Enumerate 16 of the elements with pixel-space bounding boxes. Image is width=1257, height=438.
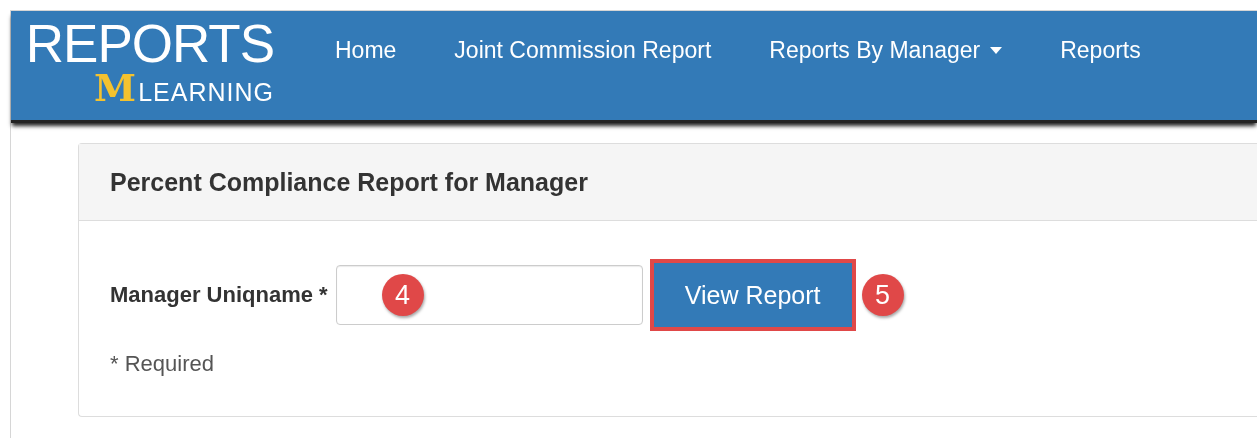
logo[interactable]: REPORTS MLEARNING [11,11,274,105]
logo-title: REPORTS [25,19,274,69]
nav-link[interactable]: Reports By Manager [740,11,1032,64]
field-label: Manager Uniqname * [110,282,328,308]
callout-badge: 4 [381,274,424,316]
callout-badge: 5 [861,274,904,316]
logo-subtitle: LEARNING [138,79,274,105]
nav-link[interactable]: Home [306,11,426,64]
panel-title: Percent Compliance Report for Manager [110,167,588,197]
required-note: * Required [110,351,215,377]
nav-link[interactable]: Joint Commission Report [425,11,741,64]
caret-icon [990,47,1003,54]
nav-link[interactable]: Reports [1031,11,1170,64]
view-report-button[interactable]: View Report [649,259,856,331]
logo-mark: M [94,71,137,105]
uniqname-field[interactable]: 4 [335,265,643,325]
